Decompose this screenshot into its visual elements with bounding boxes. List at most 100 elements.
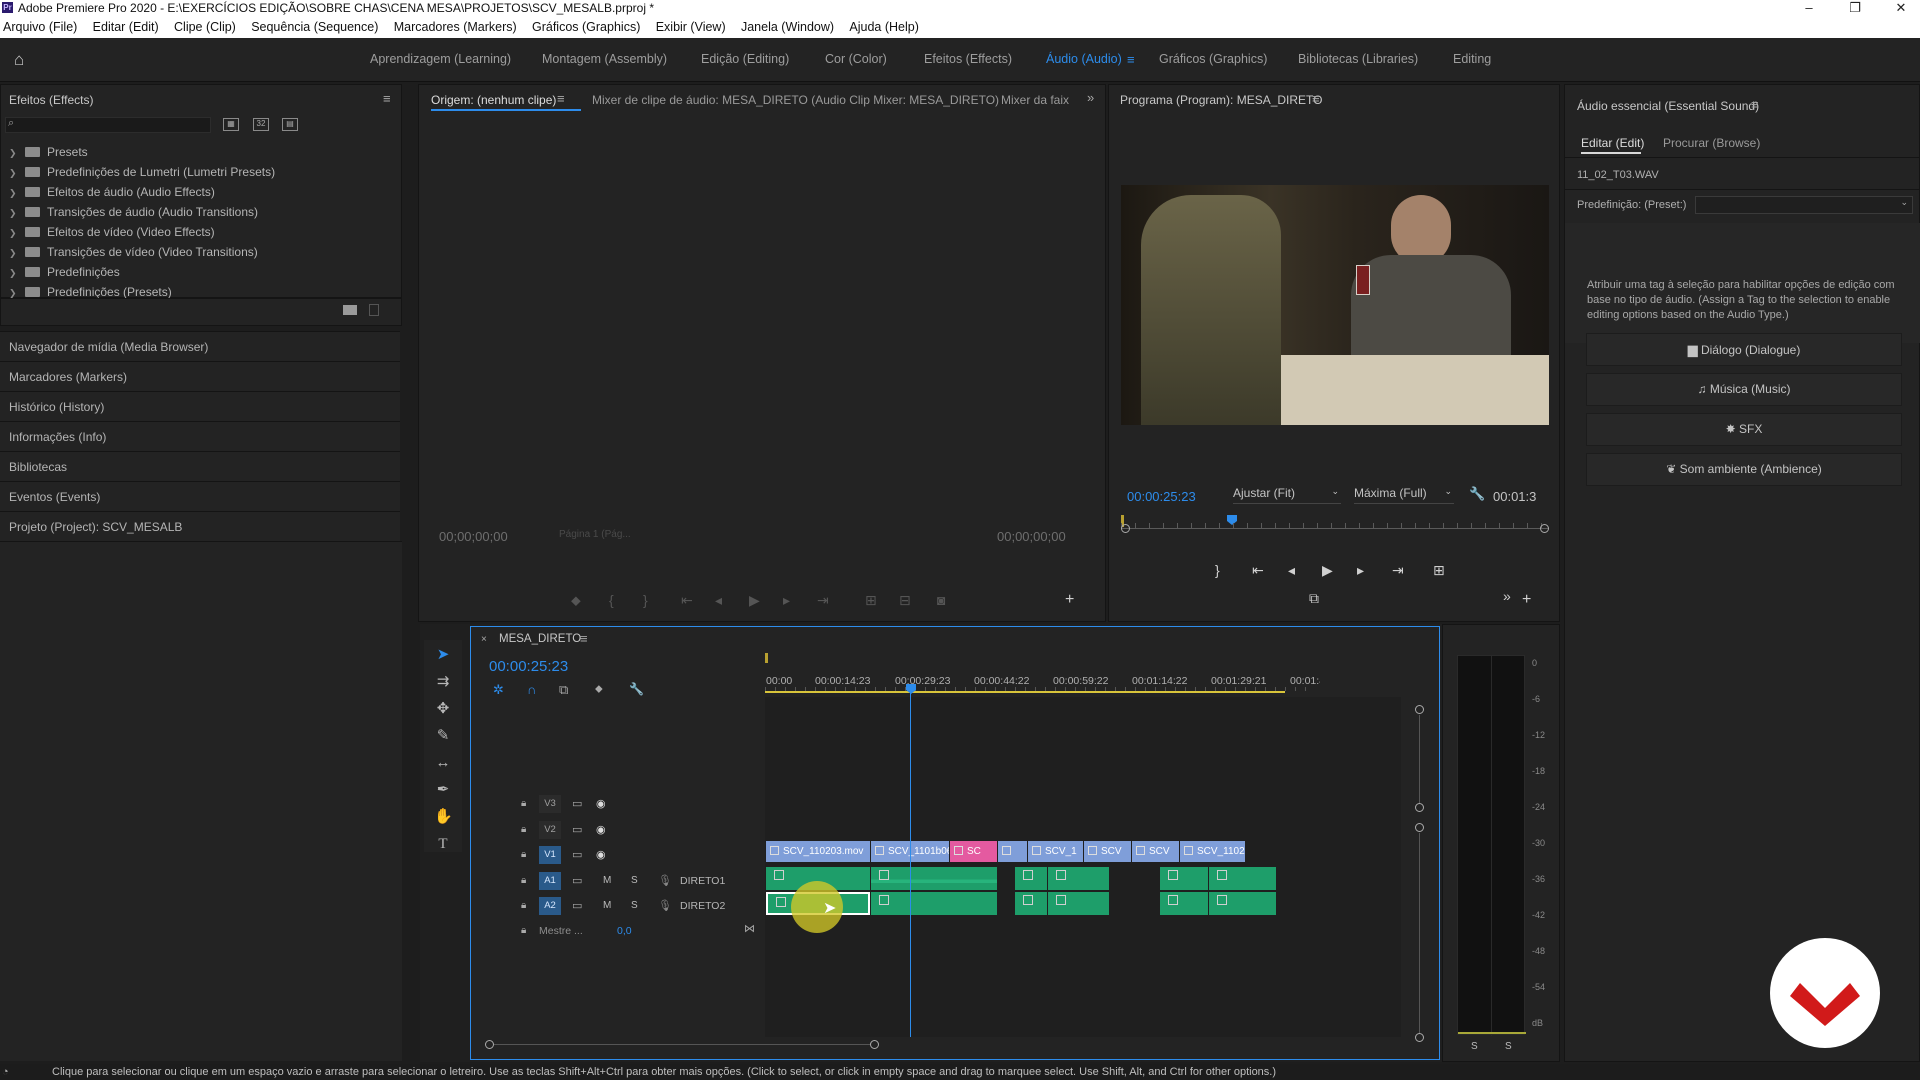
menu-markers[interactable]: Marcadores (Markers) xyxy=(388,16,523,38)
workspace-effects[interactable]: Efeitos (Effects) xyxy=(924,52,1012,66)
wrench-icon[interactable]: 🔧 xyxy=(1469,486,1485,502)
timeline-settings-wrench-icon[interactable]: 🔧 xyxy=(629,682,644,696)
program-video-frame[interactable] xyxy=(1121,185,1549,425)
timeline-ruler[interactable]: 00:00 00:00:14:23 00:00:29:23 00:00:44:2… xyxy=(765,653,1320,695)
workspace-libraries[interactable]: Bibliotecas (Libraries) xyxy=(1298,52,1418,66)
slip-tool-icon[interactable]: ↔ xyxy=(434,754,452,772)
effects-search-input[interactable]: ⌕ xyxy=(5,117,211,133)
close-sequence-icon[interactable]: × xyxy=(481,634,487,645)
step-forward-icon[interactable]: ▸ xyxy=(783,593,790,607)
step-back-icon[interactable]: ◂ xyxy=(715,593,722,607)
scroll-handle-audio-top[interactable] xyxy=(1415,823,1424,832)
track-select-tool-icon[interactable]: ⇉ xyxy=(434,673,452,691)
lock-icon[interactable]: 🔒︎ xyxy=(521,875,526,886)
workspace-editing[interactable]: Edição (Editing) xyxy=(701,52,789,66)
eye-icon[interactable]: ◉ xyxy=(596,823,606,836)
go-to-out-icon[interactable]: ⇥ xyxy=(817,593,829,607)
timeline-horizontal-scroll[interactable] xyxy=(485,1039,1405,1051)
32bit-effects-icon[interactable]: 32 xyxy=(253,118,269,131)
add-marker-icon[interactable]: ⬥ xyxy=(571,593,581,607)
scroll-handle-video-bottom[interactable] xyxy=(1415,803,1424,812)
button-editor-plus-icon[interactable]: + xyxy=(1522,592,1531,608)
hand-tool-icon[interactable]: ✋ xyxy=(434,808,453,826)
mute-button[interactable]: M xyxy=(603,900,611,911)
workspace-assembly[interactable]: Montagem (Assembly) xyxy=(542,52,667,66)
tab-audio-clip-mixer[interactable]: Mixer de clipe de áudio: MESA_DIRETO (Au… xyxy=(592,93,999,107)
new-folder-icon[interactable] xyxy=(343,305,357,315)
button-editor-plus-icon[interactable]: + xyxy=(1065,592,1074,608)
eye-icon[interactable]: ◉ xyxy=(596,797,606,810)
more-tabs-icon[interactable]: » xyxy=(1087,90,1094,105)
type-tool-icon[interactable]: T xyxy=(434,835,452,853)
tree-item-presets[interactable]: ❯ Presets xyxy=(9,142,88,162)
markers-panel[interactable]: Marcadores (Markers) xyxy=(0,361,400,391)
add-marker-icon[interactable]: ⬥ xyxy=(595,683,603,696)
menu-edit[interactable]: Editar (Edit) xyxy=(87,16,165,38)
more-controls-icon[interactable]: » xyxy=(1503,589,1511,603)
overwrite-icon[interactable]: ⊟ xyxy=(899,593,911,607)
meter-solo-left[interactable]: S xyxy=(1471,1041,1478,1052)
video-clip[interactable]: SCV xyxy=(1084,841,1131,862)
workspace-menu-icon[interactable]: ≡ xyxy=(1127,52,1135,67)
video-clip[interactable]: SCV xyxy=(1132,841,1179,862)
quality-dropdown[interactable]: Máxima (Full) ⌄ xyxy=(1354,486,1454,504)
menu-clip[interactable]: Clipe (Clip) xyxy=(168,16,242,38)
tab-source[interactable]: Origem: (nenhum clipe) xyxy=(431,93,556,107)
audio-clip[interactable] xyxy=(1015,867,1047,890)
snap-icon[interactable]: ∩ xyxy=(527,682,536,697)
lock-icon[interactable]: 🔒︎ xyxy=(521,849,526,860)
home-icon[interactable]: ⌂ xyxy=(14,51,32,69)
linked-selection-icon[interactable]: ⧉ xyxy=(559,682,568,698)
workspace-audio[interactable]: Áudio (Audio) xyxy=(1046,52,1122,66)
libraries-panel[interactable]: Bibliotecas xyxy=(0,451,400,481)
tab-edit[interactable]: Editar (Edit) xyxy=(1581,136,1644,150)
tab-track-mixer[interactable]: Mixer da faix xyxy=(1001,93,1069,107)
pen-tool-icon[interactable]: ✒ xyxy=(434,781,452,799)
video-clip[interactable]: SCV_11020 xyxy=(1180,841,1245,862)
microphone-icon[interactable]: 🎙︎ xyxy=(658,899,672,912)
audio-clip[interactable] xyxy=(1048,892,1109,915)
go-to-in-icon[interactable]: ⇤ xyxy=(681,593,693,607)
sync-lock-icon[interactable]: ▭ xyxy=(572,797,582,810)
audio-clip[interactable] xyxy=(871,867,997,890)
audio-clip[interactable] xyxy=(1015,892,1047,915)
ambience-button[interactable]: ❦ Som ambiente (Ambience) xyxy=(1586,453,1902,486)
export-frame-icon[interactable]: ◙ xyxy=(937,593,945,607)
zoom-handle-left[interactable] xyxy=(1121,524,1130,533)
program-scrubber[interactable] xyxy=(1121,515,1549,537)
sync-lock-icon[interactable]: ▭ xyxy=(572,899,582,912)
panel-menu-icon[interactable]: ≡ xyxy=(383,91,391,106)
history-panel[interactable]: Histórico (History) xyxy=(0,391,400,421)
track-target-a2[interactable]: A2 xyxy=(539,897,561,915)
preset-dropdown[interactable]: ⌄ xyxy=(1695,196,1913,214)
menu-file[interactable]: Arquivo (File) xyxy=(0,16,83,38)
work-area-bar[interactable] xyxy=(765,691,1285,693)
menu-help[interactable]: Ajuda (Help) xyxy=(843,16,924,38)
yuv-effects-icon[interactable]: ▤ xyxy=(282,118,298,131)
menu-sequence[interactable]: Sequência (Sequence) xyxy=(245,16,384,38)
audio-clip[interactable] xyxy=(1209,867,1276,890)
media-browser-panel[interactable]: Navegador de mídia (Media Browser) xyxy=(0,331,400,361)
play-icon[interactable]: ▶ xyxy=(749,593,760,607)
menu-view[interactable]: Exibir (View) xyxy=(650,16,732,38)
close-icon[interactable]: ✕ xyxy=(1878,0,1920,16)
music-button[interactable]: ♫ Música (Music) xyxy=(1586,373,1902,406)
ripple-edit-tool-icon[interactable]: ✥ xyxy=(434,700,452,718)
panel-menu-icon[interactable]: ≡ xyxy=(1312,91,1320,106)
menu-graphics[interactable]: Gráficos (Graphics) xyxy=(526,16,646,38)
events-panel[interactable]: Eventos (Events) xyxy=(0,481,400,511)
source-timecode-in[interactable]: 00;00;00;00 xyxy=(439,529,508,544)
panel-menu-icon[interactable]: ≡ xyxy=(1751,97,1759,112)
tree-item-lumetri-presets[interactable]: ❯ Predefinições de Lumetri (Lumetri Prese… xyxy=(9,162,275,182)
selection-tool-icon[interactable]: ➤ xyxy=(434,646,452,664)
razor-tool-icon[interactable]: ✎ xyxy=(434,727,452,745)
nest-toggle-icon[interactable]: ✲ xyxy=(493,682,504,698)
scroll-handle-audio-bottom[interactable] xyxy=(1415,1033,1424,1042)
minimize-icon[interactable]: – xyxy=(1786,0,1832,16)
tree-item-video-effects[interactable]: ❯ Efeitos de vídeo (Video Effects) xyxy=(9,222,215,242)
solo-button[interactable]: S xyxy=(631,900,638,911)
comparison-view-icon[interactable]: ⧉ xyxy=(1309,591,1319,605)
audio-clip[interactable] xyxy=(871,892,997,915)
panel-menu-icon[interactable]: ≡ xyxy=(580,631,588,646)
eye-icon[interactable]: ◉ xyxy=(596,848,606,861)
